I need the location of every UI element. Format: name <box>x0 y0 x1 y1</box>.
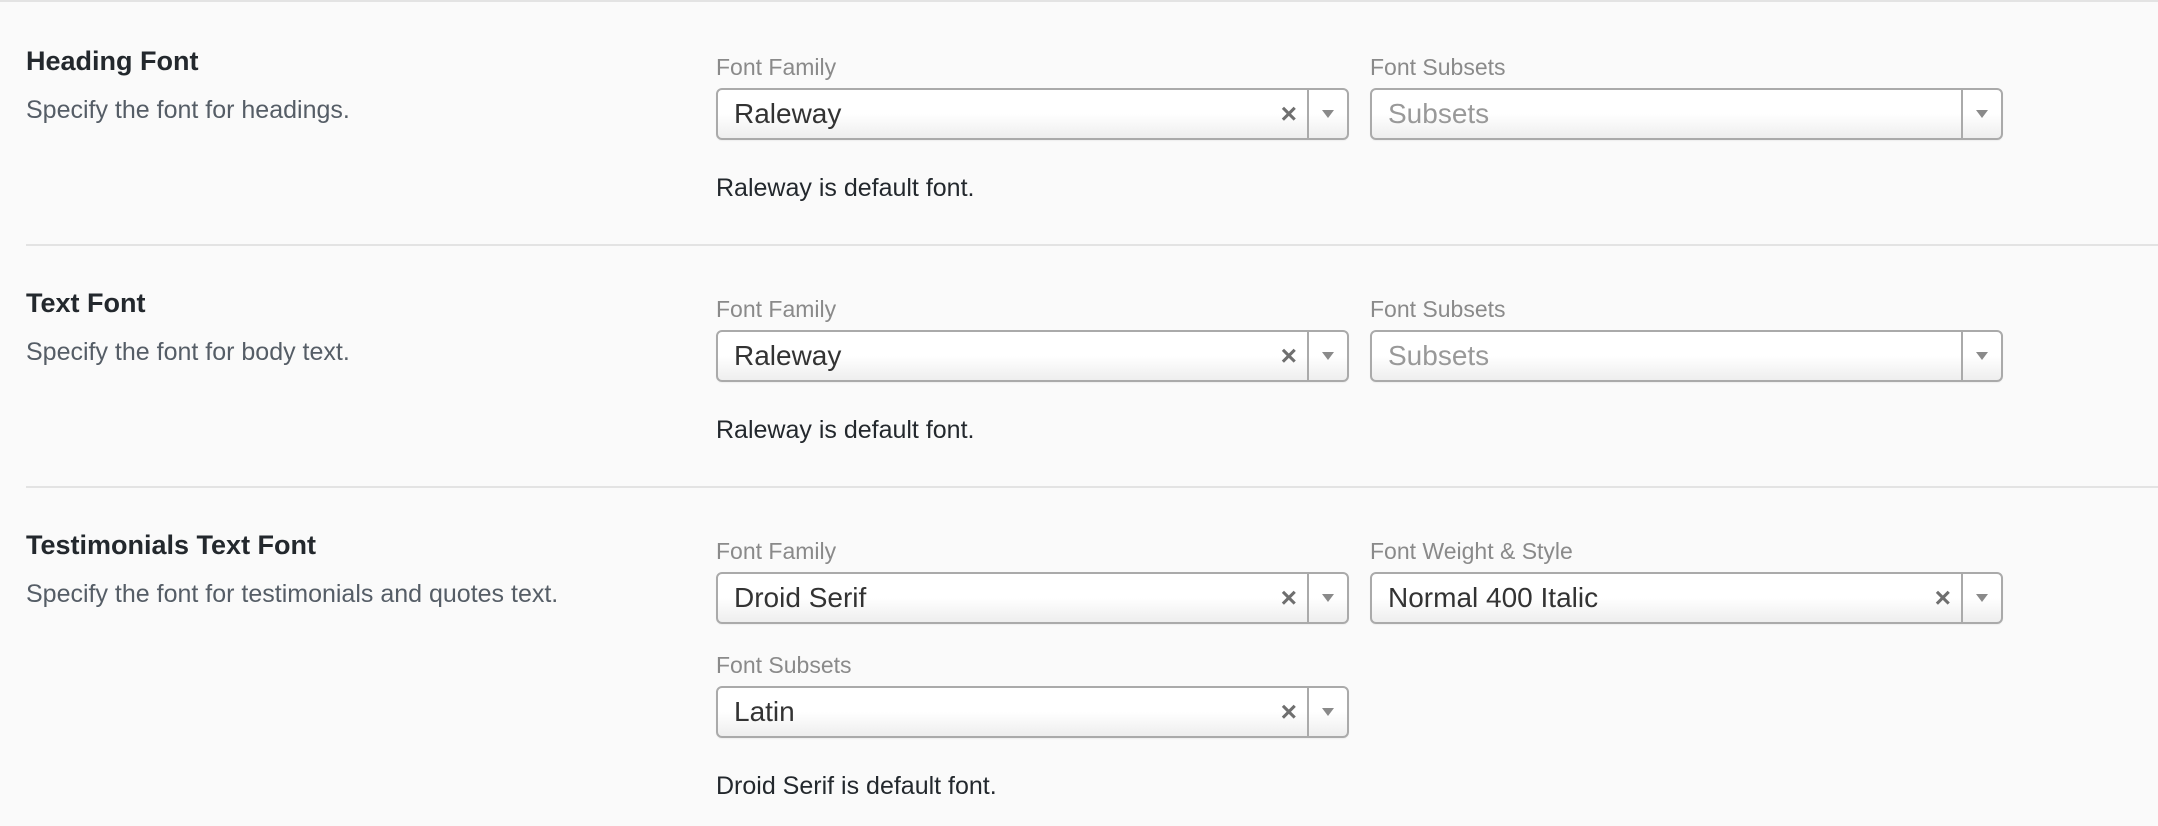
default-font-note: Raleway is default font. <box>716 174 975 202</box>
font-subsets-label: Font Subsets <box>1370 54 1506 80</box>
default-font-note: Raleway is default font. <box>716 416 975 444</box>
font-family-label: Font Family <box>716 538 837 564</box>
dropdown-toggle[interactable] <box>1307 688 1347 736</box>
clear-icon[interactable]: × <box>1281 90 1297 138</box>
chevron-down-icon <box>1322 110 1334 118</box>
dropdown-toggle[interactable] <box>1307 332 1347 380</box>
default-font-note: Droid Serif is default font. <box>716 772 997 800</box>
font-family-label: Font Family <box>716 54 837 80</box>
dropdown-toggle[interactable] <box>1961 90 2001 138</box>
font-family-select[interactable]: Raleway × <box>716 330 1349 382</box>
chevron-down-icon <box>1976 594 1988 602</box>
dropdown-toggle[interactable] <box>1307 574 1347 622</box>
font-family-value: Raleway <box>734 98 842 129</box>
section-title: Text Font <box>26 288 146 318</box>
clear-icon[interactable]: × <box>1935 574 1951 622</box>
section-description: Specify the font for body text. <box>26 338 350 366</box>
font-subsets-label: Font Subsets <box>1370 296 1506 322</box>
font-family-label: Font Family <box>716 296 837 322</box>
font-family-value: Raleway <box>734 340 842 371</box>
font-weight-select[interactable]: Normal 400 Italic × <box>1370 572 2003 624</box>
chevron-down-icon <box>1976 352 1988 360</box>
font-family-select[interactable]: Raleway × <box>716 88 1349 140</box>
font-weight-value: Normal 400 Italic <box>1388 582 1599 613</box>
clear-icon[interactable]: × <box>1281 688 1297 736</box>
chevron-down-icon <box>1322 594 1334 602</box>
dropdown-toggle[interactable] <box>1307 90 1347 138</box>
font-subsets-select[interactable]: Subsets <box>1370 88 2003 140</box>
font-subsets-select[interactable]: Latin × <box>716 686 1349 738</box>
section-description: Specify the font for testimonials and qu… <box>26 580 559 608</box>
font-subsets-label: Font Subsets <box>716 652 852 678</box>
divider <box>26 486 2158 488</box>
dropdown-toggle[interactable] <box>1961 574 2001 622</box>
font-subsets-placeholder: Subsets <box>1388 340 1490 371</box>
font-weight-label: Font Weight & Style <box>1370 538 1573 564</box>
divider <box>0 0 2158 2</box>
font-family-value: Droid Serif <box>734 582 867 613</box>
font-subsets-value: Latin <box>734 696 795 727</box>
dropdown-toggle[interactable] <box>1961 332 2001 380</box>
chevron-down-icon <box>1976 110 1988 118</box>
font-family-select[interactable]: Droid Serif × <box>716 572 1349 624</box>
section-description: Specify the font for headings. <box>26 96 350 124</box>
clear-icon[interactable]: × <box>1281 332 1297 380</box>
section-title: Testimonials Text Font <box>26 530 317 560</box>
font-subsets-placeholder: Subsets <box>1388 98 1490 129</box>
clear-icon[interactable]: × <box>1281 574 1297 622</box>
chevron-down-icon <box>1322 352 1334 360</box>
chevron-down-icon <box>1322 708 1334 716</box>
divider <box>26 244 2158 246</box>
font-subsets-select[interactable]: Subsets <box>1370 330 2003 382</box>
section-title: Heading Font <box>26 46 199 76</box>
